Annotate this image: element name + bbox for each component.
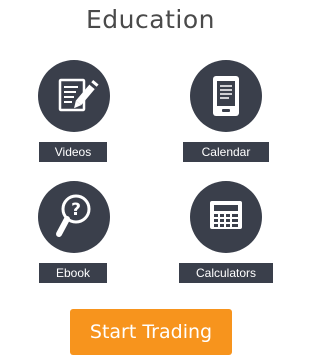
- calculators-tile[interactable]: Calculators: [176, 181, 276, 293]
- calculators-label[interactable]: Calculators: [179, 263, 273, 283]
- start-trading-button[interactable]: Start Trading: [70, 309, 232, 355]
- svg-text:?: ?: [71, 200, 81, 220]
- calendar-icon-circle[interactable]: [190, 60, 262, 132]
- videos-label[interactable]: Videos: [39, 142, 107, 162]
- ebook-icon-circle[interactable]: ?: [38, 181, 110, 253]
- ebook-tile[interactable]: ? Ebook: [22, 181, 122, 293]
- edit-document-icon: [58, 78, 99, 112]
- videos-icon-circle[interactable]: [38, 60, 110, 132]
- videos-tile[interactable]: Videos: [22, 60, 122, 172]
- calendar-tile[interactable]: Calendar: [176, 60, 276, 172]
- magnifier-question-icon: ?: [56, 194, 91, 237]
- ereader-device-icon: [213, 76, 239, 116]
- page-title: Education: [86, 5, 215, 34]
- ebook-label[interactable]: Ebook: [39, 263, 107, 283]
- calendar-label[interactable]: Calendar: [183, 142, 269, 162]
- calculator-icon: [210, 201, 242, 229]
- calculators-icon-circle[interactable]: [190, 181, 262, 253]
